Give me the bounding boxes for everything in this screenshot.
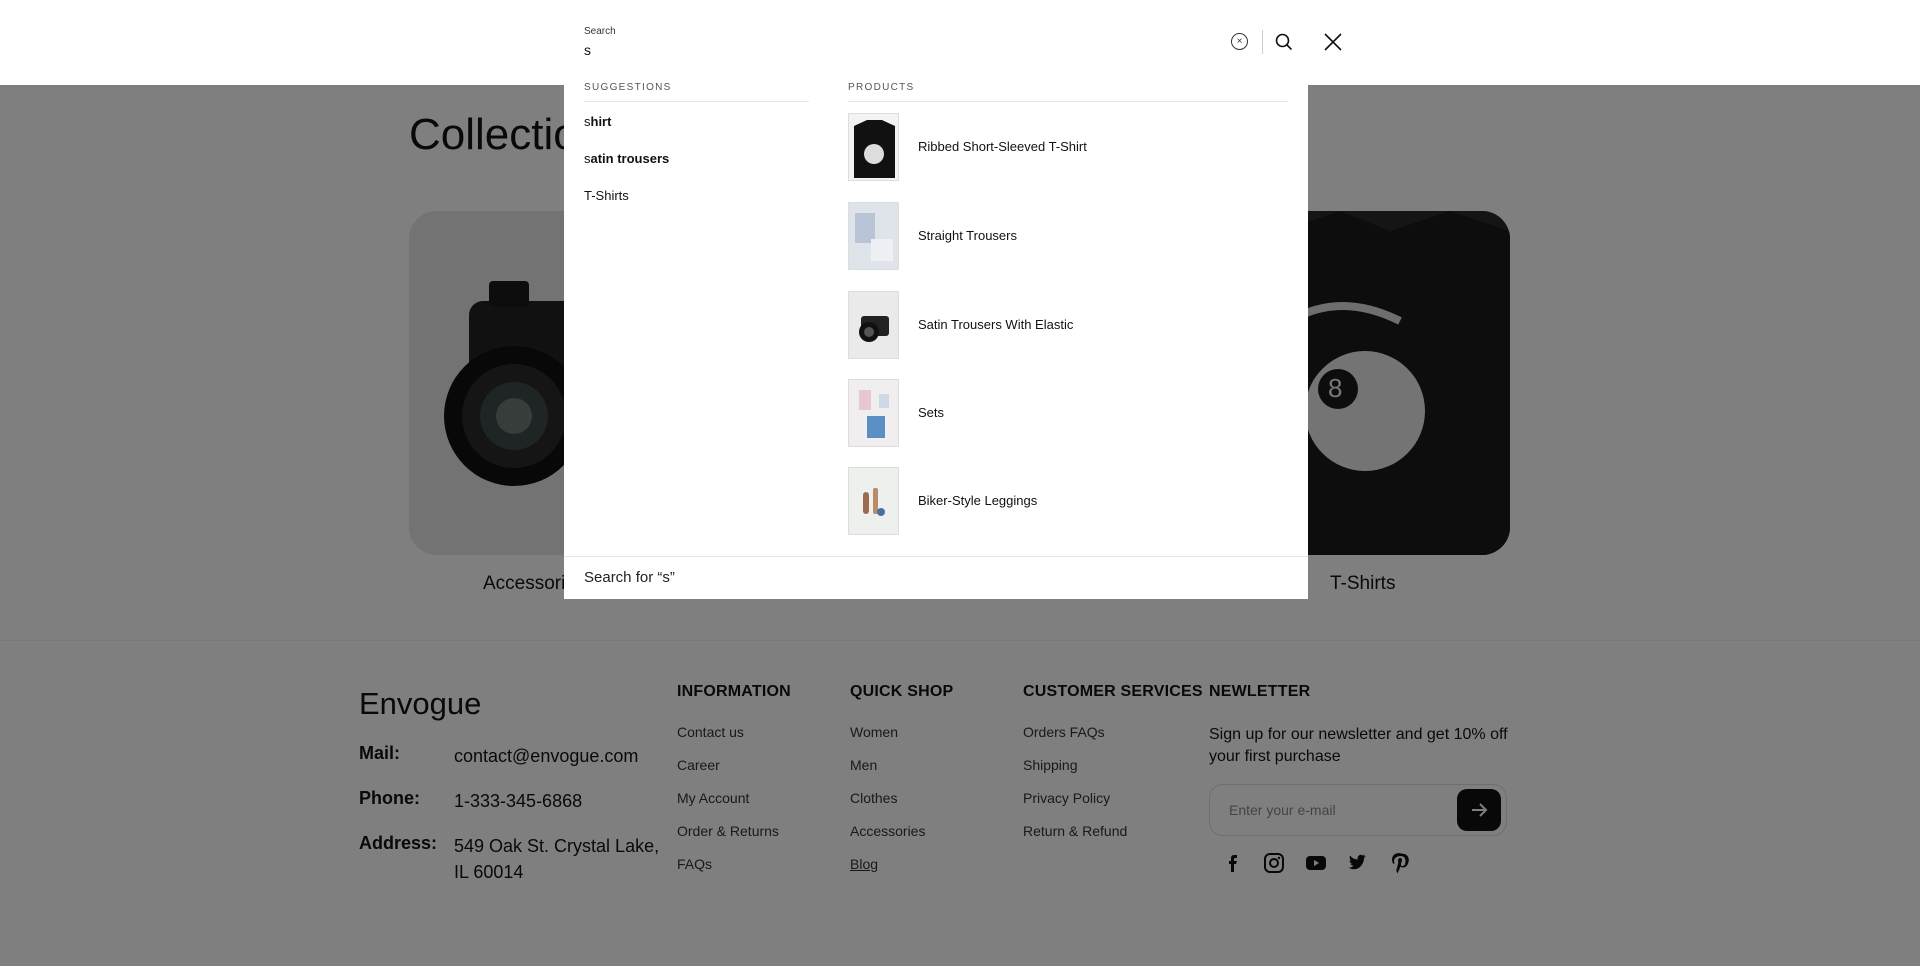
search-for-label: Search for “s”: [584, 569, 675, 586]
suggestion-item[interactable]: satin trousers: [584, 151, 669, 166]
search-input[interactable]: [584, 42, 1184, 58]
clear-search-button[interactable]: ×: [1231, 33, 1248, 50]
product-thumbnail: [848, 291, 899, 359]
product-name: Ribbed Short-Sleeved T-Shirt: [918, 139, 1087, 154]
products-title: PRODUCTS: [848, 82, 915, 93]
product-thumbnail: [848, 202, 899, 270]
suggestion-rest: T-Shirts: [584, 188, 629, 203]
product-name: Sets: [918, 405, 945, 420]
predictive-search-results: SUGGESTIONS shirt satin trousers T-Shirt…: [564, 67, 1308, 599]
divider: [848, 101, 1288, 102]
product-item[interactable]: Biker-Style Leggings: [848, 467, 1288, 537]
divider: [1262, 30, 1263, 54]
product-item[interactable]: Ribbed Short-Sleeved T-Shirt: [848, 113, 1288, 183]
product-thumbnail: [848, 379, 899, 447]
leggings-thumb-icon: [849, 468, 898, 534]
suggestion-item[interactable]: shirt: [584, 114, 611, 129]
suggestion-rest: atin trousers: [590, 151, 670, 166]
tshirt-thumb-icon: [849, 114, 898, 180]
suggestion-rest: hirt: [590, 114, 612, 129]
product-name: Straight Trousers: [918, 228, 1017, 243]
search-for-query-button[interactable]: Search for “s”: [564, 556, 1308, 599]
suggestions-title: SUGGESTIONS: [584, 82, 672, 93]
product-item[interactable]: Sets: [848, 379, 1288, 449]
camera-thumb-icon: [849, 292, 898, 358]
divider: [584, 101, 809, 102]
product-item[interactable]: Satin Trousers With Elastic: [848, 291, 1288, 361]
product-name: Satin Trousers With Elastic: [918, 317, 1074, 332]
sets-thumb-icon: [849, 380, 898, 446]
close-icon: [1324, 33, 1342, 51]
product-name: Biker-Style Leggings: [918, 493, 1038, 508]
close-search-button[interactable]: [1322, 31, 1344, 53]
product-thumbnail: [848, 467, 899, 535]
search-label: Search: [584, 26, 616, 37]
product-item[interactable]: Straight Trousers: [848, 202, 1288, 272]
product-thumbnail: [848, 113, 899, 181]
search-icon: [1275, 33, 1293, 51]
search-submit-button[interactable]: [1274, 32, 1294, 52]
suggestion-item[interactable]: T-Shirts: [584, 188, 629, 203]
trousers-thumb-icon: [849, 203, 898, 269]
